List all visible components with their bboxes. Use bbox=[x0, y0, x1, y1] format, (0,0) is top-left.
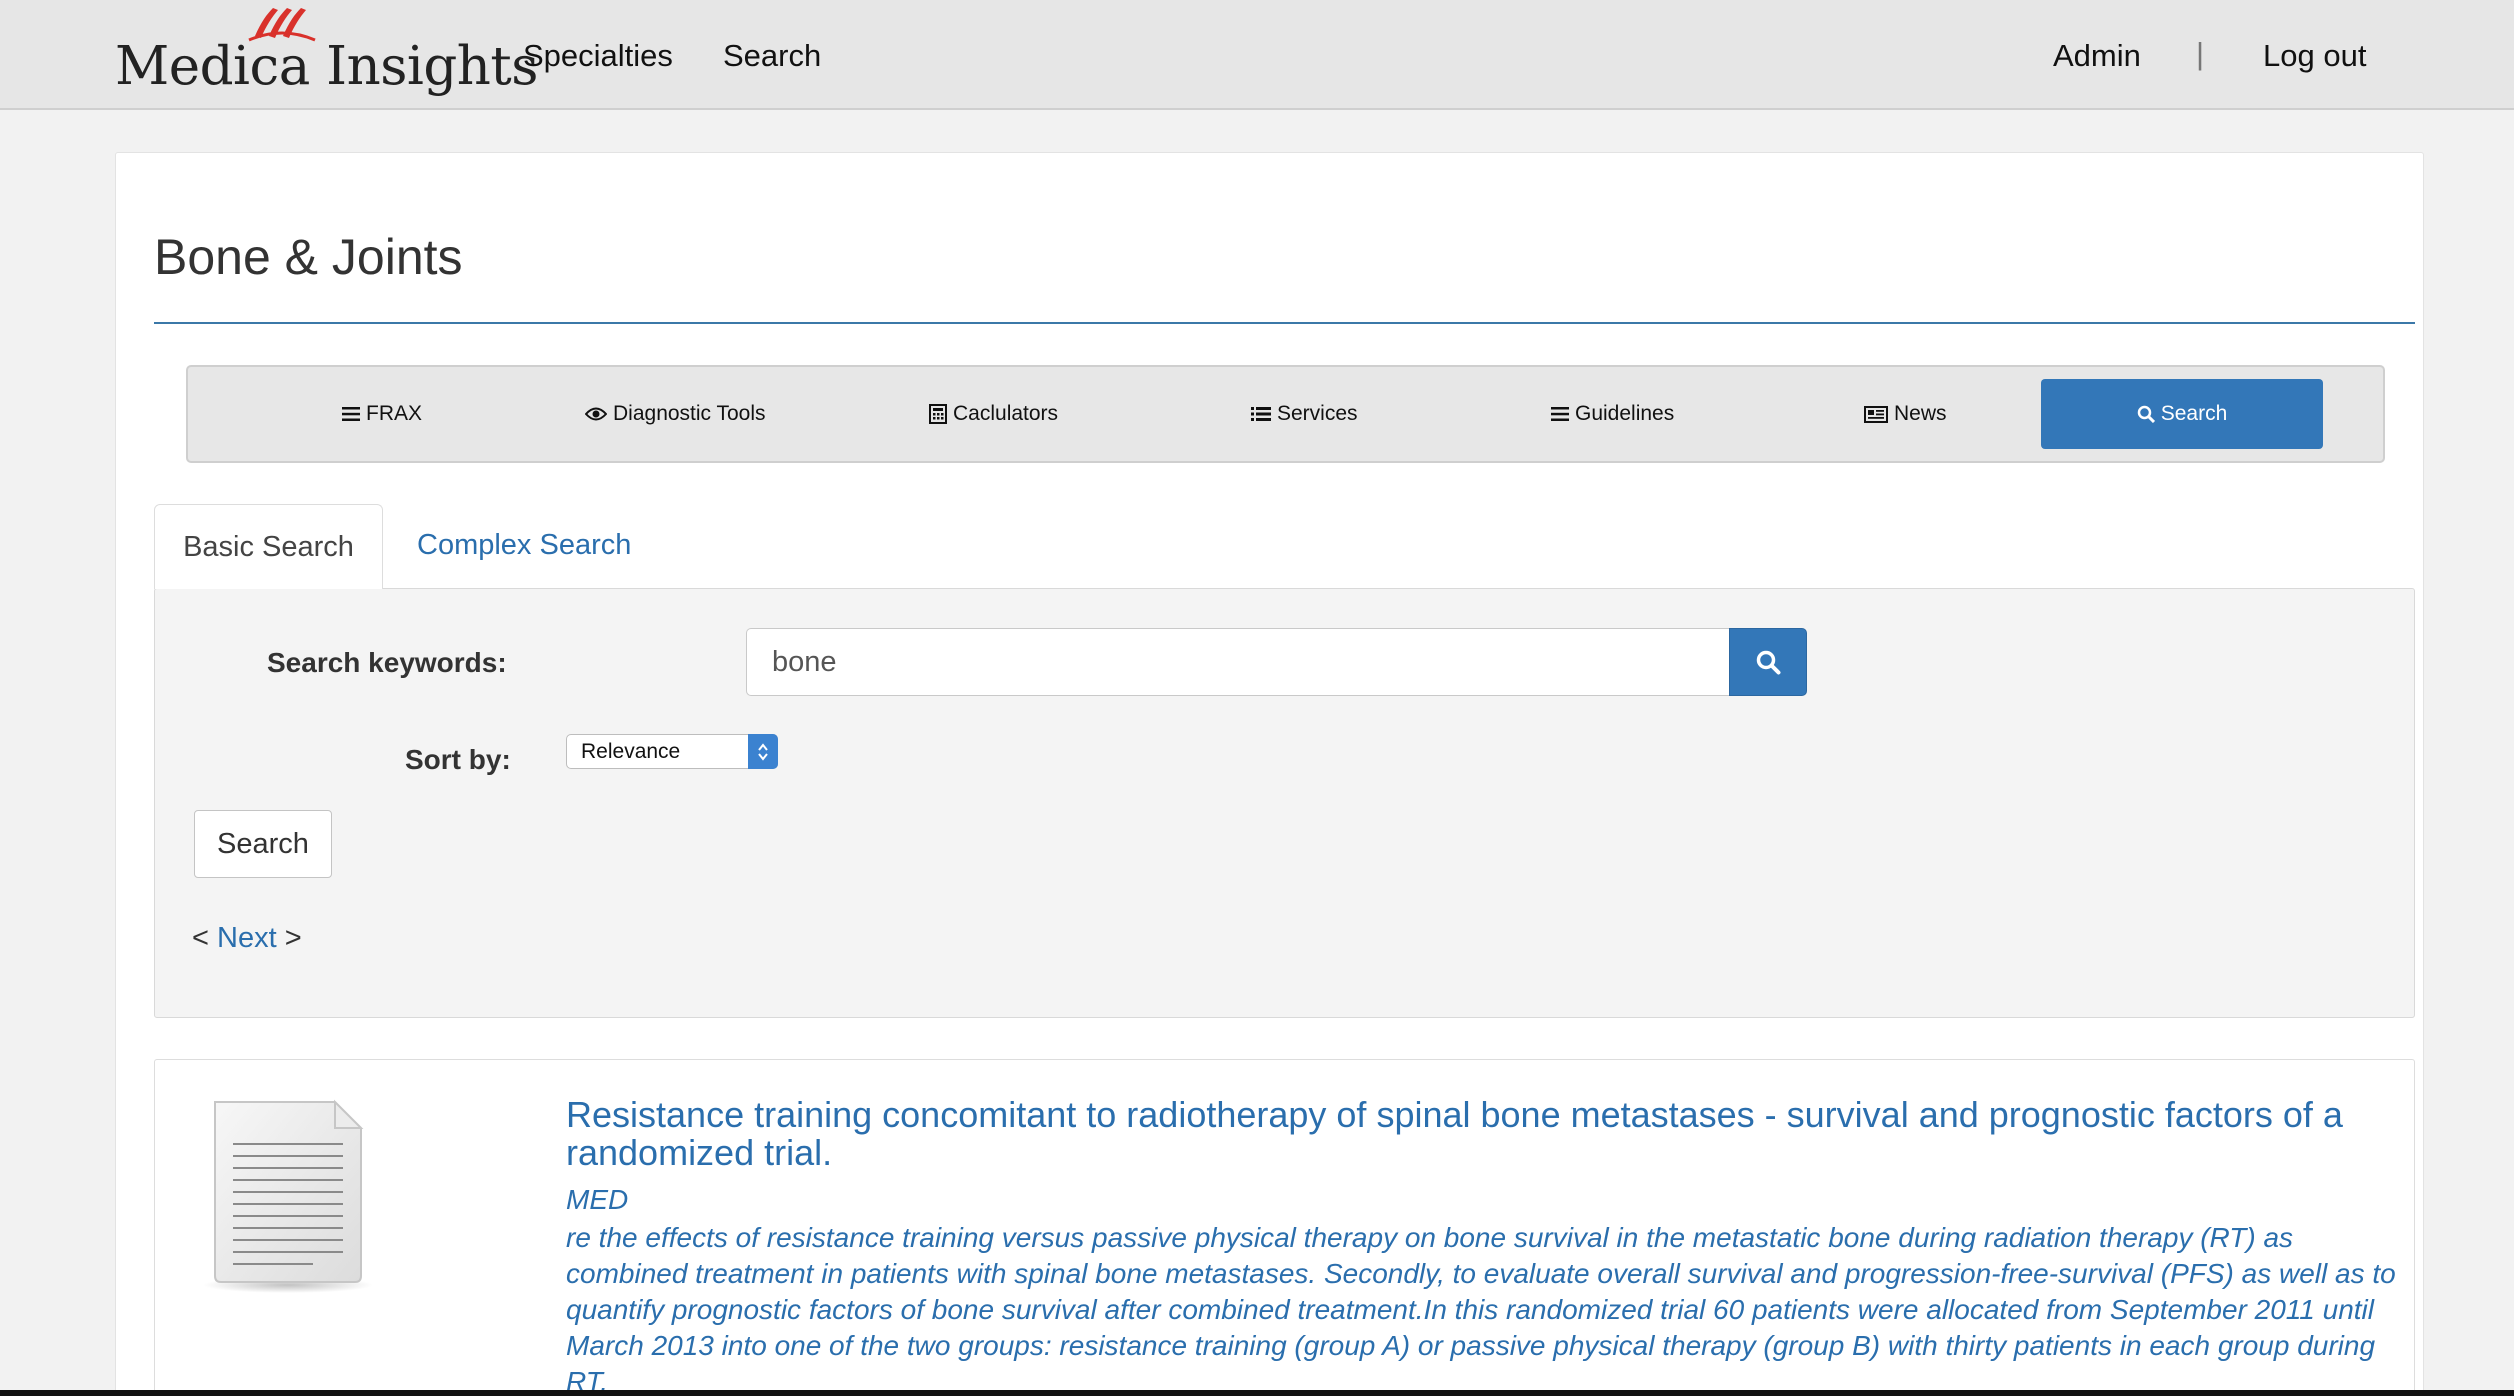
specialty-subnav: FRAX Diagnostic Tools Caclulators Servic… bbox=[186, 365, 2385, 463]
nav-admin[interactable]: Admin bbox=[2053, 38, 2141, 74]
nav-logout[interactable]: Log out bbox=[2263, 38, 2366, 74]
subnav-calculators-label: Caclulators bbox=[953, 402, 1059, 425]
list-icon bbox=[1551, 407, 1569, 421]
subnav-guidelines[interactable]: Guidelines bbox=[1551, 367, 1674, 461]
subnav-news[interactable]: News bbox=[1864, 367, 1947, 461]
pager-prev: < bbox=[192, 922, 209, 954]
newspaper-icon bbox=[1864, 405, 1888, 423]
document-icon bbox=[203, 1099, 373, 1293]
window-bottom-edge bbox=[0, 1390, 2514, 1396]
subnav-calculators[interactable]: Caclulators bbox=[929, 367, 1058, 461]
subnav-search[interactable]: Search bbox=[2041, 379, 2323, 449]
pager: < Next > bbox=[192, 922, 302, 955]
subnav-frax-label: FRAX bbox=[366, 402, 423, 425]
subnav-search-label: Search bbox=[2160, 402, 2228, 425]
search-submit-button[interactable]: Search bbox=[194, 810, 332, 878]
search-icon bbox=[1756, 650, 1781, 675]
search-panel: Search keywords: Sort by: Relevance Sear… bbox=[154, 588, 2415, 1018]
subnav-guidelines-label: Guidelines bbox=[1575, 402, 1675, 425]
logo-text: Medica Insights bbox=[115, 36, 538, 97]
list-icon bbox=[342, 407, 360, 421]
select-arrows-icon bbox=[748, 734, 778, 769]
tab-complex-search[interactable]: Complex Search bbox=[417, 529, 631, 562]
result-source: MED bbox=[566, 1184, 629, 1215]
eye-icon bbox=[585, 407, 607, 421]
list-bullets-icon bbox=[1251, 407, 1271, 421]
subnav-services-label: Services bbox=[1277, 402, 1358, 425]
keywords-input[interactable] bbox=[746, 628, 1730, 696]
sort-select-value: Relevance bbox=[581, 740, 681, 763]
main-card: Bone & Joints FRAX Diagnostic Tools Cacl… bbox=[115, 152, 2424, 1396]
logo[interactable]: Medica Insights bbox=[115, 0, 538, 105]
keywords-search-button[interactable] bbox=[1729, 628, 1807, 696]
nav-separator: | bbox=[2196, 36, 2205, 71]
subnav-diagnostic-tools[interactable]: Diagnostic Tools bbox=[585, 367, 766, 461]
nav-search[interactable]: Search bbox=[723, 38, 821, 74]
top-navbar: Medica Insights Specialties Search Admin… bbox=[0, 0, 2514, 110]
sort-label: Sort by: bbox=[405, 744, 511, 775]
search-icon bbox=[2137, 405, 2155, 423]
search-result: Resistance training concomitant to radio… bbox=[154, 1059, 2415, 1396]
sort-select[interactable]: Relevance bbox=[566, 734, 778, 769]
subnav-diagnostic-tools-label: Diagnostic Tools bbox=[613, 402, 766, 425]
nav-specialties[interactable]: Specialties bbox=[523, 38, 673, 74]
pager-next-arrow: > bbox=[284, 922, 302, 954]
subnav-services[interactable]: Services bbox=[1251, 367, 1358, 461]
subnav-news-label: News bbox=[1894, 402, 1947, 425]
title-divider bbox=[154, 322, 2415, 324]
pager-next-link[interactable]: Next bbox=[217, 922, 277, 954]
calculator-icon bbox=[929, 404, 947, 424]
result-abstract: re the effects of resistance training ve… bbox=[566, 1222, 2396, 1396]
result-title-link[interactable]: Resistance training concomitant to radio… bbox=[566, 1096, 2396, 1172]
tab-basic-search[interactable]: Basic Search bbox=[154, 504, 383, 589]
keywords-label: Search keywords: bbox=[267, 647, 507, 678]
subnav-frax[interactable]: FRAX bbox=[342, 367, 422, 461]
page-title: Bone & Joints bbox=[154, 229, 463, 285]
